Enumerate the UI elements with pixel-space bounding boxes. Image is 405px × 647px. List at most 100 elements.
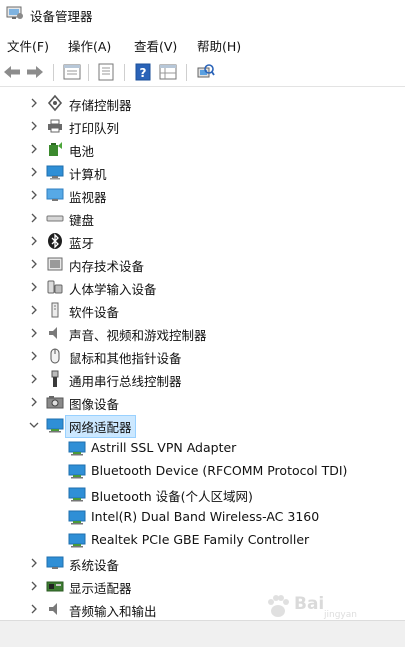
battery-icon	[49, 142, 62, 156]
tree-node-network-adapters[interactable]: 网络适配器	[0, 414, 405, 438]
tree-node-monitors[interactable]: 监视器	[0, 184, 405, 207]
chevron-right-icon[interactable]	[28, 281, 40, 293]
tree-node-sound-video-game[interactable]: 声音、视频和游戏控制器	[0, 322, 405, 345]
menu-view[interactable]: 查看(V)	[134, 36, 177, 55]
network-adapter-icon	[68, 510, 86, 525]
toolbar-separator	[124, 64, 125, 81]
display-adapter-icon	[46, 581, 64, 592]
scan-hardware-icon[interactable]	[195, 62, 215, 82]
network-adapter-icon	[68, 464, 86, 479]
audio-io-icon	[49, 603, 57, 615]
system-device-icon	[46, 556, 64, 569]
network-adapter-icon	[68, 533, 86, 548]
tree-leaf-realtek-gbe[interactable]: Realtek PCIe GBE Family Controller	[0, 529, 405, 552]
computer-icon	[46, 165, 64, 180]
node-label: 图像设备	[69, 397, 120, 412]
chevron-right-icon[interactable]	[28, 327, 40, 339]
title-bar: 设备管理器	[0, 0, 405, 28]
node-label: 软件设备	[69, 305, 120, 320]
tree-node-hid[interactable]: 人体学输入设备	[0, 276, 405, 299]
tree-node-print-queues[interactable]: 打印队列	[0, 115, 405, 138]
menu-help[interactable]: 帮助(H)	[197, 36, 241, 55]
chevron-down-icon[interactable]	[28, 419, 40, 431]
chevron-right-icon[interactable]	[28, 212, 40, 224]
camera-icon	[46, 396, 64, 409]
chevron-right-icon[interactable]	[28, 557, 40, 569]
chevron-right-icon[interactable]	[28, 143, 40, 155]
monitor-icon	[46, 188, 64, 201]
device-manager-icon	[6, 6, 23, 19]
chevron-right-icon[interactable]	[28, 120, 40, 132]
hid-icon	[47, 280, 63, 294]
tree-leaf-astrill-vpn[interactable]: Astrill SSL VPN Adapter	[0, 437, 405, 460]
node-label: Realtek PCIe GBE Family Controller	[91, 532, 310, 547]
network-adapter-icon	[68, 487, 86, 502]
node-label: Intel(R) Dual Band Wireless-AC 3160	[91, 509, 320, 524]
chevron-right-icon[interactable]	[28, 373, 40, 385]
node-label: 人体学输入设备	[69, 282, 157, 297]
baidu-watermark: Bai jingyan	[238, 590, 398, 624]
node-label: 显示适配器	[69, 581, 132, 596]
storage-controller-icon	[47, 94, 63, 112]
speaker-icon	[49, 327, 57, 339]
node-label: Astrill SSL VPN Adapter	[91, 440, 237, 455]
chevron-right-icon[interactable]	[28, 396, 40, 408]
node-label: 鼠标和其他指针设备	[69, 351, 182, 366]
tree-node-computer[interactable]: 计算机	[0, 161, 405, 184]
paw-icon	[268, 595, 289, 617]
toolbar-separator	[186, 64, 187, 81]
chevron-right-icon[interactable]	[28, 580, 40, 592]
menu-file[interactable]: 文件(F)	[7, 36, 49, 55]
node-label: 计算机	[69, 167, 107, 182]
chevron-right-icon[interactable]	[28, 97, 40, 109]
tree-node-mice[interactable]: 鼠标和其他指针设备	[0, 345, 405, 368]
help-icon[interactable]: ?	[133, 62, 153, 82]
window-title: 设备管理器	[30, 9, 93, 24]
toolbar: ?	[0, 58, 405, 87]
node-label: 网络适配器	[65, 415, 136, 438]
tree-node-keyboards[interactable]: 键盘	[0, 207, 405, 230]
status-bar	[0, 620, 405, 647]
forward-arrow-icon[interactable]	[25, 62, 45, 82]
svg-text:?: ?	[140, 66, 147, 80]
tree-node-software-devices[interactable]: 软件设备	[0, 299, 405, 322]
node-label: 系统设备	[69, 558, 120, 573]
chevron-right-icon[interactable]	[28, 235, 40, 247]
chevron-right-icon[interactable]	[28, 166, 40, 178]
tree-node-storage-controllers[interactable]: 存储控制器	[0, 92, 405, 115]
tree-leaf-intel-wireless[interactable]: Intel(R) Dual Band Wireless-AC 3160	[0, 506, 405, 529]
tree-node-imaging-devices[interactable]: 图像设备	[0, 391, 405, 414]
toolbar-separator	[53, 64, 54, 81]
network-adapter-icon	[46, 418, 64, 433]
node-label: Bluetooth Device (RFCOMM Protocol TDI)	[91, 463, 348, 478]
document-icon[interactable]	[96, 62, 116, 82]
memory-device-icon	[47, 257, 63, 271]
tree-node-memory-tech-devices[interactable]: 内存技术设备	[0, 253, 405, 276]
node-label: 内存技术设备	[69, 259, 145, 274]
node-label: 打印队列	[69, 121, 120, 136]
chevron-right-icon[interactable]	[28, 304, 40, 316]
chevron-right-icon[interactable]	[28, 258, 40, 270]
tree-node-system-devices[interactable]: 系统设备	[0, 552, 405, 575]
keyboard-icon	[46, 215, 64, 222]
node-label: Bluetooth 设备(个人区域网)	[91, 489, 253, 504]
tree-leaf-bluetooth-rfcomm[interactable]: Bluetooth Device (RFCOMM Protocol TDI)	[0, 460, 405, 483]
tree-node-usb[interactable]: 通用串行总线控制器	[0, 368, 405, 391]
usb-icon	[51, 370, 59, 387]
menu-action[interactable]: 操作(A)	[68, 36, 111, 55]
bluetooth-icon	[48, 233, 62, 249]
chevron-right-icon[interactable]	[28, 350, 40, 362]
chevron-right-icon[interactable]	[28, 189, 40, 201]
properties-grid-icon[interactable]	[62, 62, 82, 82]
node-label: 蓝牙	[69, 236, 95, 251]
tree-node-batteries[interactable]: 电池	[0, 138, 405, 161]
chevron-right-icon[interactable]	[28, 603, 40, 615]
watermark-text: Bai	[294, 594, 325, 614]
tree-leaf-bluetooth-pan[interactable]: Bluetooth 设备(个人区域网)	[0, 483, 405, 506]
details-grid-icon[interactable]	[158, 62, 178, 82]
software-device-icon	[51, 302, 59, 318]
back-arrow-icon[interactable]	[2, 62, 22, 82]
node-label: 键盘	[69, 213, 95, 228]
tree-node-bluetooth[interactable]: 蓝牙	[0, 230, 405, 253]
network-adapter-icon	[68, 441, 86, 456]
